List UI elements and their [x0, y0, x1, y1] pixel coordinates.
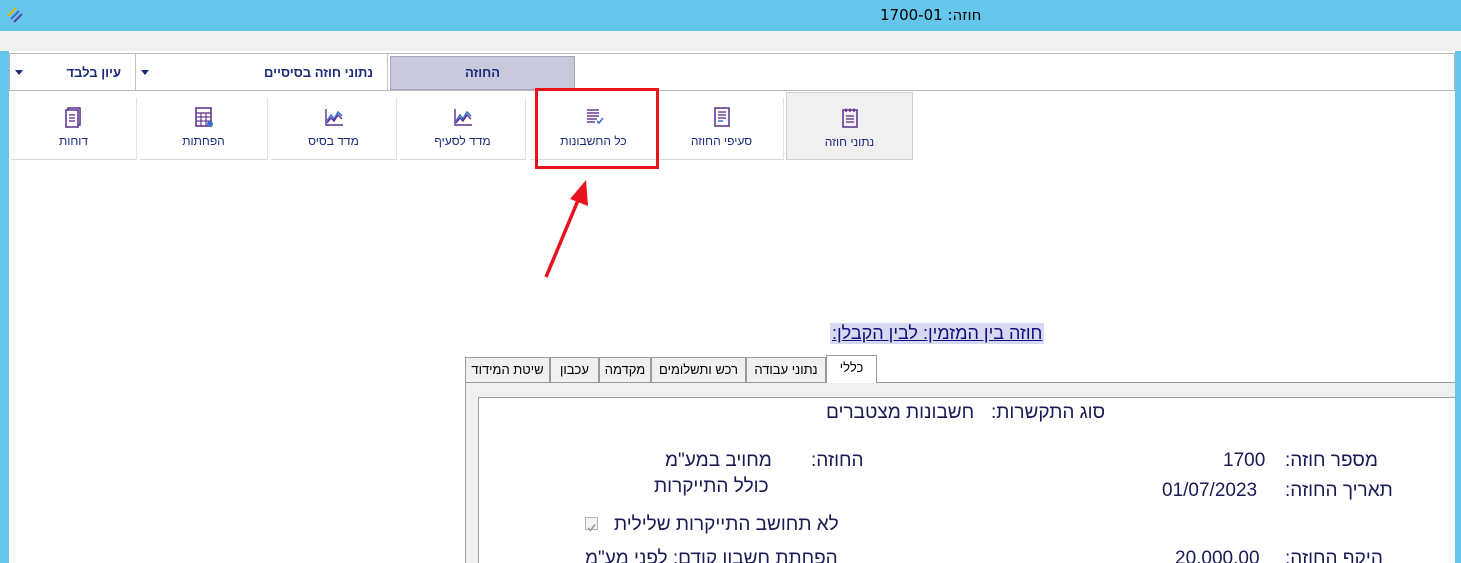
chevron-down-icon [141, 70, 149, 75]
contract-number-label: מספר חוזה: [1285, 450, 1378, 471]
ribbon-reports-button[interactable]: דוחות [11, 98, 137, 160]
contract-date-value: 01/07/2023 [1162, 480, 1258, 501]
contract-vat-value: מחויב במע"מ [665, 450, 772, 471]
contract-vat-label: החוזה: [811, 450, 864, 471]
line-chart-icon [453, 109, 472, 126]
title-bar: חוזה: 1700-01 [0, 0, 1461, 31]
ribbon-toolbar: דוחות הפחתות מדד בסיס מדד לסעיף כל החשבו… [9, 92, 1455, 162]
prev-invoice-deduction-label: הפחתת חשבון קודם: לפני מע"מ [585, 548, 838, 563]
window-strip [0, 31, 1461, 51]
ribbon-deductions-label: הפחתות [182, 134, 225, 148]
clauses-doc-icon [713, 107, 730, 127]
line-chart-icon [324, 109, 343, 126]
view-only-label: עיון בלבד [66, 65, 121, 80]
ribbon-contract-clauses-button[interactable]: סעיפי החוזה [660, 98, 784, 160]
contract-doc-icon [841, 108, 858, 128]
tab-general[interactable]: כללי [826, 355, 877, 383]
contract-scope-label: היקף החוזה: [1285, 548, 1383, 563]
ribbon-contract-data-label: נתוני חוזה [824, 135, 875, 149]
tab-retention[interactable]: עכבון [550, 357, 599, 382]
annotation-highlight-box [535, 88, 659, 169]
tab-work-data[interactable]: נתוני עבודה [746, 357, 826, 382]
app-icon[interactable] [6, 6, 24, 24]
view-only-dropdown[interactable]: עיון בלבד [10, 54, 136, 90]
tab-measurement-method[interactable]: שיטת המידוד [465, 357, 550, 382]
window-frame-right [1455, 51, 1461, 563]
top-menu-bar: עיון בלבד נתוני חוזה בסיסיים החוזה [9, 53, 1455, 91]
no-negative-indexation-checkbox[interactable] [585, 517, 598, 532]
ribbon-base-index-label: מדד בסיס [308, 134, 359, 148]
window-frame-left [0, 51, 9, 563]
checkmark-icon [587, 524, 596, 532]
tab-strip: שיטת המידוד עכבון מקדמה רכש ותשלומים נתו… [465, 355, 877, 383]
contract-parties-title: חוזה בין המזמין: לבין הקבלן: [830, 323, 1045, 344]
window-title: חוזה: 1700-01 [880, 6, 982, 24]
contract-number-value: 1700 [1223, 450, 1266, 471]
calculator-icon [194, 107, 213, 127]
tab-contract[interactable]: החוזה [390, 56, 575, 90]
ribbon-base-index-button[interactable]: מדד בסיס [271, 98, 397, 160]
basic-contract-data-dropdown[interactable]: נתוני חוזה בסיסיים [136, 54, 388, 90]
application-window: חוזה: 1700-01 עיון בלבד נתוני חוזה בסיסי… [0, 0, 1461, 563]
link-type-label: סוג התקשרות: [991, 402, 1106, 423]
contract-indexation-value: כולל התייקרות [654, 476, 769, 497]
ribbon-contract-clauses-label: סעיפי החוזה [690, 134, 753, 148]
annotation-arrow-icon [544, 180, 588, 278]
chevron-down-icon [15, 70, 23, 75]
link-type-value: חשבונות מצטברים [826, 402, 975, 423]
contract-scope-value: 20,000.00 [1175, 548, 1260, 563]
ribbon-reports-label: דוחות [58, 134, 89, 148]
no-negative-indexation-label: לא תחושב התייקרות שלילית [614, 514, 839, 535]
ribbon-deductions-button[interactable]: הפחתות [140, 98, 268, 160]
contract-date-label: תאריך החוזה: [1285, 480, 1393, 501]
basic-contract-data-label: נתוני חוזה בסיסיים [264, 65, 373, 80]
reports-icon [64, 107, 81, 128]
ribbon-clause-index-button[interactable]: מדד לסעיף [400, 98, 526, 160]
ribbon-contract-data-button[interactable]: נתוני חוזה [786, 92, 913, 160]
tab-purchase-payments[interactable]: רכש ותשלומים [651, 357, 746, 382]
tab-advance[interactable]: מקדמה [599, 357, 651, 382]
ribbon-clause-index-label: מדד לסעיף [434, 134, 491, 148]
